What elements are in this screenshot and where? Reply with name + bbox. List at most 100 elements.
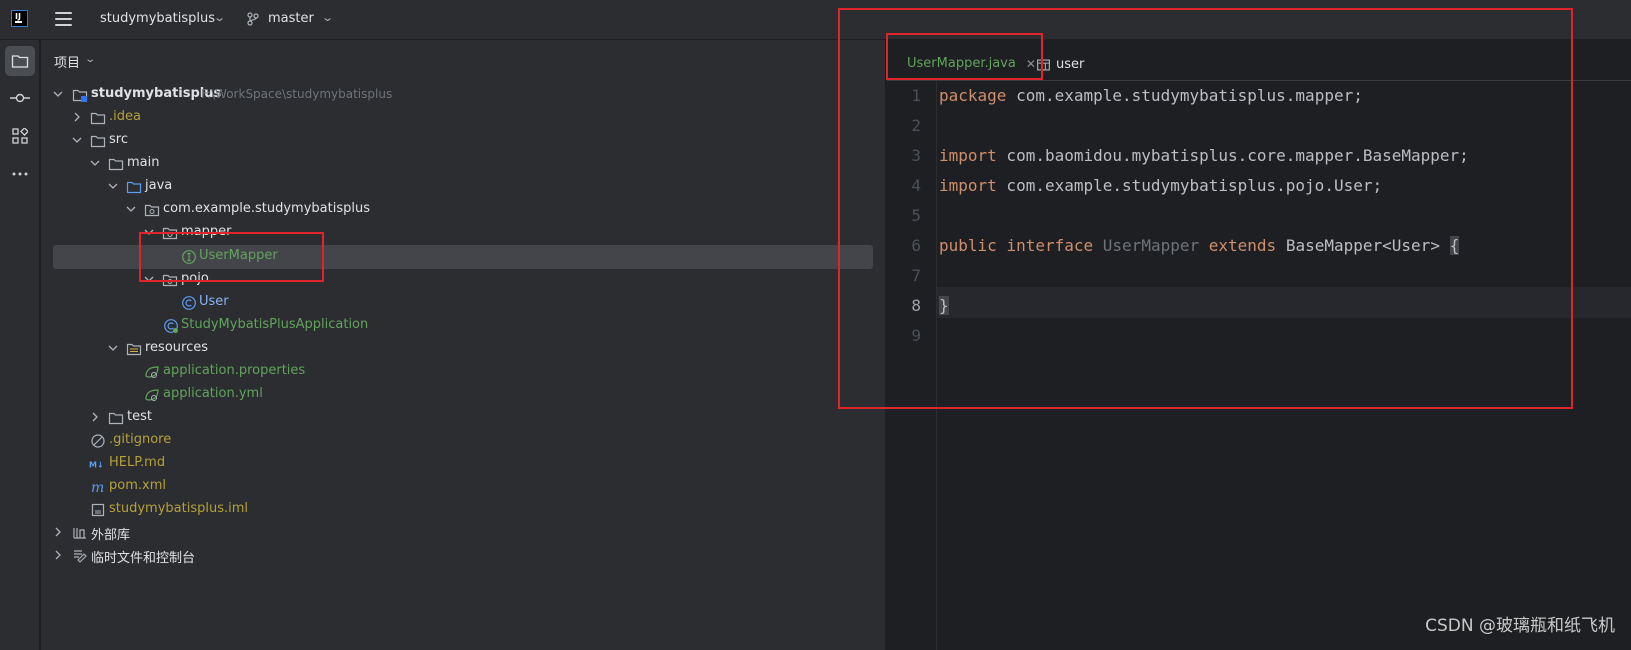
tree-node-label: studymybatisplus.iml [109, 501, 249, 516]
scratches-icon [74, 550, 87, 563]
tree-node-java[interactable]: java [41, 175, 886, 199]
code-line-6[interactable]: public interface UserMapper extends Base… [939, 236, 1460, 255]
matched-brace: } [939, 296, 949, 315]
line-number: 5 [911, 206, 921, 225]
tab-user-table[interactable]: user [1037, 49, 1084, 80]
chevron-down-icon[interactable]: ⌄ [213, 11, 226, 24]
intellij-logo-icon[interactable]: IJ [11, 10, 28, 27]
tree-node-label: application.properties [163, 363, 306, 378]
tree-node-src[interactable]: src [41, 129, 886, 153]
tree-node-mapper[interactable]: mapper [41, 221, 886, 245]
tree-node-user[interactable]: User [41, 291, 886, 315]
tree-node-application-class[interactable]: StudyMybatisPlusApplication [41, 314, 886, 338]
package-icon [144, 204, 160, 217]
line-number: 1 [911, 86, 921, 105]
line-number-current: 8 [911, 296, 921, 315]
commit-tool-button[interactable] [5, 83, 35, 113]
maven-icon: m [91, 480, 104, 495]
close-icon[interactable]: ✕ [1026, 57, 1036, 71]
tree-node-label: main [127, 155, 160, 170]
tree-node-idea[interactable]: .idea [41, 106, 886, 130]
chevron-right-icon[interactable] [52, 526, 64, 538]
tree-node-label: java [145, 178, 173, 193]
more-tools-button[interactable] [5, 159, 35, 189]
chevron-down-icon[interactable] [89, 157, 101, 169]
tree-node-pom-xml[interactable]: m pom.xml [41, 475, 886, 499]
markdown-icon: M↓ [89, 461, 104, 470]
commit-icon [10, 93, 30, 103]
project-selector[interactable]: studymybatisplus [100, 11, 215, 26]
chevron-down-icon[interactable] [143, 226, 155, 238]
tree-node-label: .gitignore [109, 432, 172, 447]
chevron-right-icon[interactable] [71, 111, 83, 123]
svg-text:M↓: M↓ [89, 461, 104, 470]
tab-usermapper-java[interactable]: UserMapper.java ✕ [887, 49, 1036, 80]
chevron-down-icon[interactable] [107, 180, 119, 192]
tree-node-test[interactable]: test [41, 406, 886, 430]
code-line-4[interactable]: import com.example.studymybatisplus.pojo… [939, 176, 1382, 195]
folder-icon [108, 158, 124, 171]
structure-tool-button[interactable] [5, 121, 35, 151]
tree-node-application-properties[interactable]: application.properties [41, 360, 886, 384]
matched-brace: { [1449, 236, 1460, 255]
tree-node-pojo[interactable]: pojo [41, 268, 886, 292]
tree-node-package-root[interactable]: com.example.studymybatisplus [41, 198, 886, 222]
tree-node-usermapper[interactable]: UserMapper [53, 245, 873, 269]
tree-node-gitignore[interactable]: .gitignore [41, 429, 886, 453]
tab-label: UserMapper.java [907, 56, 1016, 71]
tree-node-help-md[interactable]: M↓ HELP.md [41, 452, 886, 476]
code-editor[interactable]: UserMapper.java ✕ user 1 2 3 4 5 6 7 8 9… [887, 40, 1631, 650]
tree-node-root[interactable]: studymybatisplus F:\WorkSpace\studymybat… [41, 83, 886, 107]
code-line-8[interactable]: } [939, 296, 949, 315]
chevron-down-icon[interactable] [143, 273, 155, 285]
editor-tab-bar: UserMapper.java ✕ user [887, 40, 1631, 81]
tree-node-label: User [199, 294, 229, 309]
code-text: com.example.studymybatisplus.pojo.User; [996, 176, 1383, 195]
chevron-down-icon[interactable] [107, 342, 119, 354]
interface-icon [182, 250, 196, 264]
tree-node-application-yml[interactable]: application.yml [41, 383, 886, 407]
current-line-highlight [887, 287, 1631, 318]
keyword: public [939, 236, 997, 255]
resources-folder-icon [126, 343, 142, 356]
package-icon [162, 227, 178, 240]
code-line-3[interactable]: import com.baomidou.mybatisplus.core.map… [939, 146, 1469, 165]
main-menu-icon[interactable] [55, 12, 72, 26]
title-bar: IJ studymybatisplus ⌄ master ⌄ [0, 0, 1631, 40]
project-tool-button[interactable] [5, 46, 35, 76]
line-number: 7 [911, 266, 921, 285]
chevron-down-icon[interactable] [71, 134, 83, 146]
code-line-1[interactable]: package com.example.studymybatisplus.map… [939, 86, 1363, 105]
package-icon [162, 274, 178, 287]
branch-selector[interactable]: master [268, 11, 314, 26]
spring-config-icon [145, 389, 159, 401]
tree-node-iml[interactable]: studymybatisplus.iml [41, 498, 886, 522]
tool-window-strip [0, 40, 40, 650]
table-icon [1037, 59, 1050, 70]
tree-node-main[interactable]: main [41, 152, 886, 176]
more-icon [12, 172, 28, 176]
chevron-down-icon[interactable] [52, 88, 64, 100]
chevron-right-icon[interactable] [89, 411, 101, 423]
iml-file-icon [91, 503, 105, 517]
tree-node-label: pom.xml [109, 478, 166, 493]
tree-node-scratches[interactable]: 临时文件和控制台 [41, 544, 886, 568]
chevron-down-icon[interactable]: ⌄ [321, 11, 334, 24]
tree-node-external-libraries[interactable]: 外部库 [41, 521, 886, 545]
git-branch-icon[interactable] [247, 12, 259, 26]
code-text: BaseMapper<User> [1276, 236, 1450, 255]
chevron-right-icon[interactable] [52, 549, 64, 561]
keyword: import [939, 146, 997, 165]
folder-icon [108, 412, 124, 425]
tree-node-label: StudyMybatisPlusApplication [181, 317, 369, 332]
tree-node-resources[interactable]: resources [41, 337, 886, 361]
line-number-gutter[interactable]: 1 2 3 4 5 6 7 8 9 [887, 81, 937, 650]
chevron-down-icon[interactable]: ⌄ [84, 54, 96, 65]
panel-title[interactable]: 项目 [54, 52, 80, 71]
tree-node-label: 临时文件和控制台 [91, 551, 196, 566]
ignore-file-icon [91, 434, 105, 448]
keyword: import [939, 176, 997, 195]
chevron-down-icon[interactable] [125, 203, 137, 215]
tree-node-label: application.yml [163, 386, 263, 401]
folder-icon [90, 112, 106, 125]
